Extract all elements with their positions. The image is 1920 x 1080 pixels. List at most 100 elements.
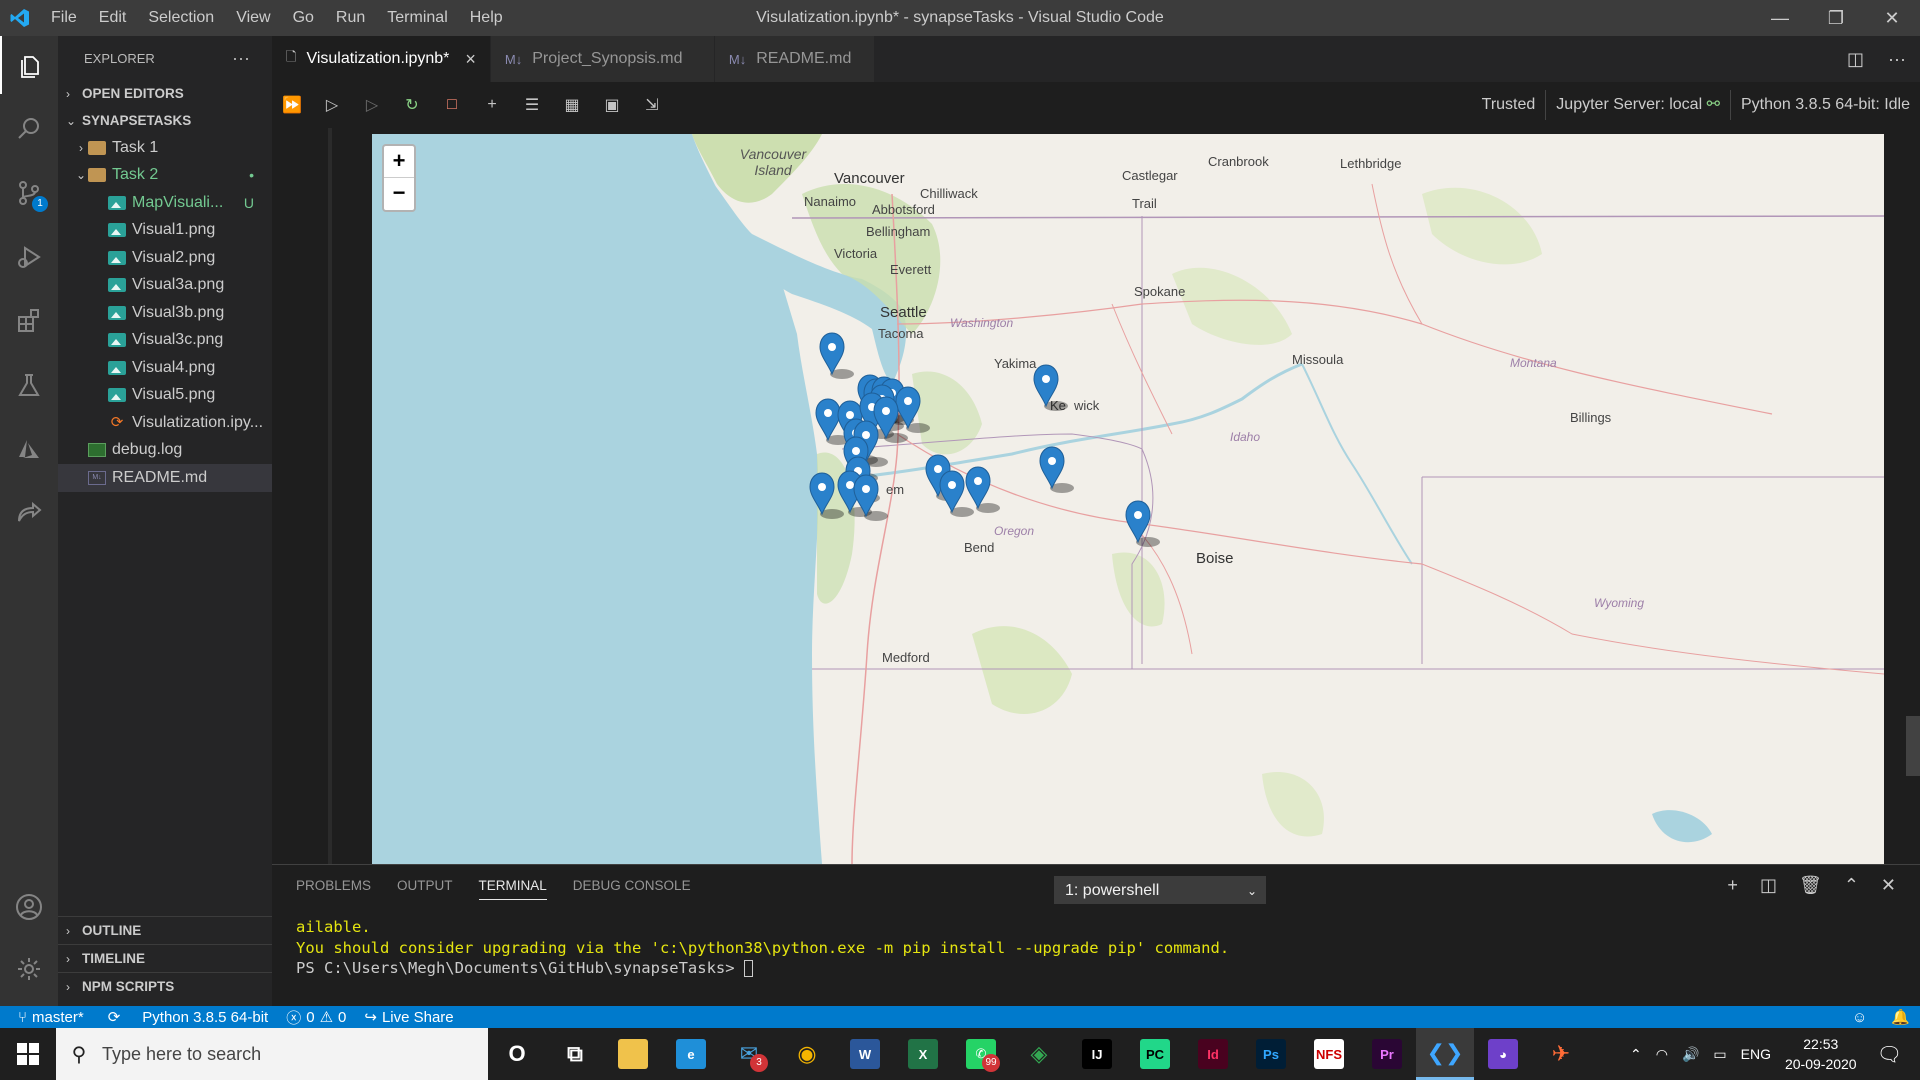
pycharm-icon[interactable]: PC [1126, 1028, 1184, 1080]
map-marker-icon[interactable] [965, 466, 1000, 513]
map-marker-icon[interactable] [1125, 500, 1160, 547]
edge-icon[interactable]: e [662, 1028, 720, 1080]
source-control-icon[interactable]: 1 [0, 164, 58, 222]
menu-run[interactable]: Run [325, 0, 376, 36]
export-icon[interactable]: ⇲ [632, 90, 672, 120]
branch-status[interactable]: ⑂ master* [0, 1009, 94, 1026]
live-share-icon[interactable] [0, 484, 58, 542]
tab-project-synopsis[interactable]: M↓ Project_Synopsis.md [490, 36, 715, 82]
tree-file[interactable]: Visual3b.png [58, 299, 272, 327]
problems-status[interactable]: ⓧ 0 ⚠ 0 [278, 1007, 356, 1028]
terminal-select[interactable]: 1: powershell ⌄ [1054, 876, 1266, 904]
feedback-icon[interactable]: ☺ [1852, 1009, 1867, 1026]
github-desktop-icon[interactable]: ◕ [1474, 1028, 1532, 1080]
tree-file[interactable]: Visual1.png [58, 217, 272, 245]
map-marker-icon[interactable] [1033, 364, 1068, 411]
tab-debug-console[interactable]: DEBUG CONSOLE [573, 878, 691, 893]
kernel-status[interactable]: Python 3.8.5 64-bit: Idle [1730, 90, 1920, 120]
menu-selection[interactable]: Selection [137, 0, 225, 36]
tab-terminal[interactable]: TERMINAL [478, 871, 547, 900]
maximize-panel-icon[interactable]: ⌃ [1844, 875, 1859, 896]
tab-problems[interactable]: PROBLEMS [296, 878, 371, 893]
intellij-icon[interactable]: IJ [1068, 1028, 1126, 1080]
map-output[interactable]: Vancouver Island Vancouver Chilliwack Nanai… [372, 134, 1884, 864]
terminal-output[interactable]: ailable. You should consider upgrading vi… [296, 917, 1229, 979]
run-above-icon[interactable]: ▷ [312, 90, 352, 120]
save-icon[interactable]: ▣ [592, 90, 632, 120]
extensions-icon[interactable] [0, 292, 58, 350]
zoom-out-button[interactable]: − [384, 178, 414, 210]
nfs-icon[interactable]: NFS [1300, 1028, 1358, 1080]
search-icon[interactable] [0, 100, 58, 158]
tree-folder[interactable]: ⌄ Task 2 • [58, 162, 272, 190]
tree-file[interactable]: Visual4.png [58, 354, 272, 382]
battery-icon[interactable]: ▭ [1713, 1046, 1726, 1063]
taskbar-search[interactable]: ⚲ Type here to search [56, 1028, 488, 1080]
more-actions-icon[interactable]: ··· [232, 48, 250, 69]
photoshop-icon[interactable]: Ps [1242, 1028, 1300, 1080]
kill-terminal-icon[interactable]: 🗑 [1799, 875, 1822, 896]
account-icon[interactable] [0, 878, 58, 936]
tree-file[interactable]: Visual5.png [58, 382, 272, 410]
task-view-icon[interactable]: ⧉ [546, 1028, 604, 1080]
trusted-status[interactable]: Trusted [1472, 90, 1546, 120]
close-tab-icon[interactable]: × [465, 49, 476, 70]
run-below-icon[interactable]: ▷ [352, 90, 392, 120]
tree-file[interactable]: Visual2.png [58, 244, 272, 272]
restart-kernel-icon[interactable]: ↻ [392, 90, 432, 120]
premiere-icon[interactable]: Pr [1358, 1028, 1416, 1080]
map-marker-icon[interactable] [819, 332, 854, 379]
editor-scrollbar[interactable] [1906, 716, 1920, 776]
menu-go[interactable]: Go [282, 0, 325, 36]
jupyter-server-status[interactable]: Jupyter Server: local ⚯ [1545, 90, 1730, 120]
variables-icon[interactable]: ▦ [552, 90, 592, 120]
restore-button[interactable]: ❐ [1808, 0, 1864, 36]
chrome-icon[interactable]: ◉ [778, 1028, 836, 1080]
tab-output[interactable]: OUTPUT [397, 878, 453, 893]
explorer-icon[interactable] [0, 36, 58, 94]
clock[interactable]: 22:53 20-09-2020 [1785, 1034, 1857, 1074]
interrupt-icon[interactable]: □ [432, 90, 472, 120]
menu-view[interactable]: View [225, 0, 281, 36]
new-terminal-icon[interactable]: + [1727, 875, 1738, 896]
npm-scripts-section[interactable]: › NPM SCRIPTS [58, 972, 272, 1000]
show-hidden-icons-icon[interactable]: ⌃ [1630, 1046, 1642, 1063]
vscode-icon[interactable]: ❮❯ [1416, 1028, 1474, 1080]
language-indicator[interactable]: ENG [1741, 1046, 1771, 1062]
close-panel-icon[interactable]: ✕ [1881, 875, 1896, 896]
windows-start-button[interactable] [0, 1028, 56, 1080]
file-explorer-icon[interactable] [604, 1028, 662, 1080]
run-debug-icon[interactable] [0, 228, 58, 286]
maps-icon[interactable]: ◈ [1010, 1028, 1068, 1080]
tree-file[interactable]: debug.log [58, 437, 272, 465]
minimize-button[interactable]: — [1752, 0, 1808, 36]
close-window-button[interactable]: ✕ [1864, 0, 1920, 36]
postman-icon[interactable]: ✈ [1532, 1028, 1590, 1080]
notifications-bell-icon[interactable]: 🔔 [1891, 1008, 1910, 1026]
map-marker-icon[interactable] [1039, 446, 1074, 493]
tree-file[interactable]: Visual3a.png [58, 272, 272, 300]
volume-icon[interactable]: 🔊 [1682, 1046, 1699, 1063]
testing-icon[interactable] [0, 356, 58, 414]
menu-edit[interactable]: Edit [88, 0, 138, 36]
tree-file[interactable]: Visual3c.png [58, 327, 272, 355]
settings-gear-icon[interactable] [0, 940, 58, 998]
excel-icon[interactable]: X [894, 1028, 952, 1080]
tab-readme[interactable]: M↓ README.md [714, 36, 875, 82]
mail-icon[interactable]: ✉ 3 [720, 1028, 778, 1080]
add-cell-icon[interactable]: + [472, 90, 512, 120]
timeline-section[interactable]: › TIMELINE [58, 944, 272, 972]
azure-icon[interactable] [0, 420, 58, 478]
indesign-icon[interactable]: Id [1184, 1028, 1242, 1080]
menu-terminal[interactable]: Terminal [376, 0, 458, 36]
wifi-icon[interactable]: ◠ [1656, 1046, 1668, 1063]
whatsapp-icon[interactable]: ✆ 99 [952, 1028, 1010, 1080]
split-editor-icon[interactable]: ◫ [1847, 49, 1864, 70]
menu-file[interactable]: File [40, 0, 88, 36]
split-terminal-icon[interactable]: ◫ [1760, 875, 1777, 896]
cortana-icon[interactable]: O [488, 1028, 546, 1080]
tree-file[interactable]: MapVisuali... U [58, 189, 272, 217]
sync-icon[interactable]: ⟳ [94, 1008, 131, 1026]
notification-center-icon[interactable]: 🗨 [1871, 1042, 1908, 1067]
open-editors-section[interactable]: › OPEN EDITORS [58, 80, 272, 107]
